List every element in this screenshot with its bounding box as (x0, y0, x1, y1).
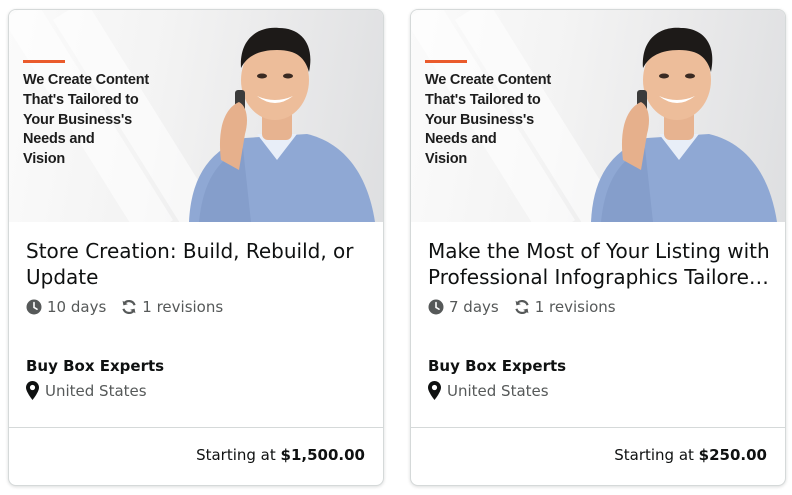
image-tagline: We Create Content That's Tailored to You… (23, 71, 149, 170)
service-card[interactable]: We Create Content That's Tailored to You… (410, 9, 786, 486)
map-pin-icon (428, 381, 441, 400)
person-photo (189, 27, 375, 222)
tagline-line: Your Business's (425, 111, 534, 128)
card-divider (411, 427, 785, 428)
card-divider (9, 427, 383, 428)
service-meta: 10 days 1 revisions (26, 298, 223, 316)
tagline-line: We Create Content (425, 72, 552, 88)
price-prefix: Starting at (614, 446, 699, 464)
tagline-line: Needs and (425, 131, 497, 148)
service-image[interactable]: We Create Content That's Tailored to You… (9, 10, 383, 222)
price-value: $1,500.00 (280, 446, 365, 464)
refresh-icon (515, 299, 529, 315)
map-pin-icon (26, 381, 39, 400)
tagline-line: Vision (23, 151, 66, 168)
price: Starting at $1,500.00 (196, 446, 365, 464)
tagline-line: That's Tailored to (23, 91, 139, 108)
revisions-text: 1 revisions (142, 298, 224, 316)
service-title[interactable]: Store Creation: Build, Rebuild, or Updat… (26, 238, 372, 290)
seller-name[interactable]: Buy Box Experts (428, 357, 566, 375)
tagline-line: Your Business's (23, 111, 132, 128)
accent-bar (425, 60, 467, 63)
price-value: $250.00 (698, 446, 767, 464)
service-image[interactable]: We Create Content That's Tailored to You… (411, 10, 785, 222)
image-tagline: We Create Content That's Tailored to You… (425, 71, 551, 170)
service-title[interactable]: Make the Most of Your Listing with Profe… (428, 238, 774, 290)
clock-icon (26, 299, 42, 315)
price-prefix: Starting at (196, 446, 281, 464)
service-card[interactable]: We Create Content That's Tailored to You… (8, 9, 384, 486)
price: Starting at $250.00 (614, 446, 767, 464)
location-text: United States (447, 381, 549, 400)
location-text: United States (45, 381, 147, 400)
refresh-icon (122, 299, 136, 315)
tagline-line: Vision (425, 151, 468, 168)
tagline-line: We Create Content (23, 72, 150, 88)
revisions-text: 1 revisions (534, 298, 616, 316)
tagline-line: That's Tailored to (425, 91, 541, 108)
person-photo (591, 27, 777, 222)
duration-text: 10 days (47, 298, 107, 316)
accent-bar (23, 60, 65, 63)
clock-icon (428, 299, 444, 315)
seller-location: United States (26, 381, 147, 400)
seller-name[interactable]: Buy Box Experts (26, 357, 164, 375)
tagline-line: Needs and (23, 131, 95, 148)
service-meta: 7 days 1 revisions (428, 298, 616, 316)
seller-location: United States (428, 381, 549, 400)
duration-text: 7 days (449, 298, 499, 316)
